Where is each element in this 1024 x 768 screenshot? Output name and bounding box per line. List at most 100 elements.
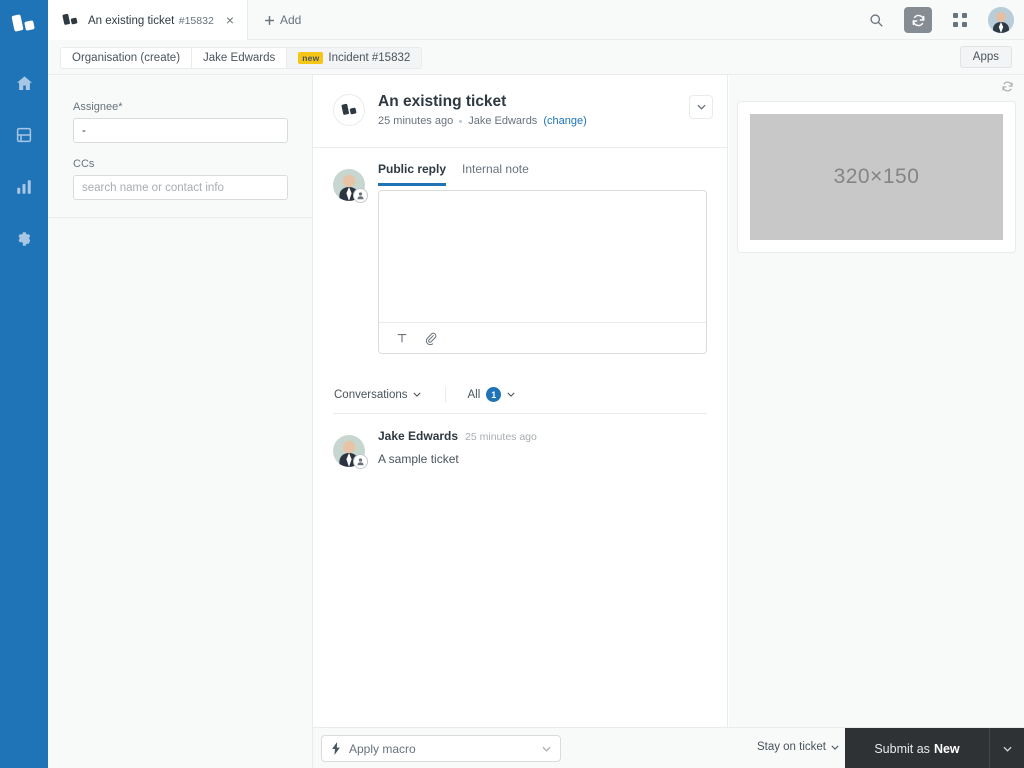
refresh-icon[interactable] [904, 7, 932, 33]
ticket-brand-icon [333, 94, 365, 126]
page-title: An existing ticket [378, 93, 507, 110]
apps-grid-icon[interactable] [946, 7, 974, 33]
editor-box [378, 190, 707, 354]
user-avatar[interactable] [988, 7, 1014, 33]
breadcrumb: Organisation (create) Jake Edwards new I… [60, 47, 423, 69]
ticket-time: 25 minutes ago [378, 115, 454, 127]
comment-count-badge: 1 [486, 387, 502, 402]
status-badge: new [298, 52, 324, 64]
topbar-actions [862, 0, 1014, 40]
ccs-label: CCs [73, 158, 95, 170]
chevron-down-icon [542, 746, 551, 752]
close-icon[interactable]: × [221, 11, 239, 29]
comment-timestamp: 25 minutes ago [465, 431, 537, 443]
list-item: Jake Edwards 25 minutes ago A sample tic… [313, 414, 727, 469]
comment-body: Jake Edwards 25 minutes ago A sample tic… [378, 428, 707, 467]
comment-author: Jake Edwards [378, 429, 459, 443]
breadcrumb-item-incident[interactable]: new Incident #15832 [287, 48, 422, 68]
home-icon[interactable] [4, 66, 44, 100]
ticket-main-panel: An existing ticket 25 minutes ago Jake E… [313, 75, 728, 768]
apps-refresh-row [729, 75, 1024, 97]
apply-macro-label: Apply macro [349, 741, 416, 756]
reply-textarea[interactable] [379, 191, 706, 322]
settings-gear-icon[interactable] [4, 222, 44, 256]
breadcrumb-label: Incident #15832 [328, 52, 411, 64]
composer-main: Public reply Internal note [378, 162, 707, 354]
ticket-tab-text: An existing ticket #15832 [88, 11, 221, 29]
field-spacer [73, 143, 287, 158]
text-format-icon[interactable] [392, 328, 412, 348]
filter-label: All [467, 388, 481, 401]
top-tab-bar: An existing ticket #15832 × Add [48, 0, 1024, 40]
reply-composer: Public reply Internal note [313, 148, 727, 354]
apps-button[interactable]: Apps [959, 46, 1012, 68]
submit-status-label: New [933, 741, 960, 756]
conversations-dropdown[interactable]: Conversations [333, 389, 421, 401]
chevron-down-icon [831, 745, 839, 750]
app-placeholder-image: 320×150 [750, 114, 1003, 240]
app-root: An existing ticket #15832 × Add Organisa… [0, 0, 1024, 768]
chevron-down-icon [1002, 746, 1012, 752]
chevron-down-icon [412, 392, 421, 397]
ticket-footer-bar: Apply macro Stay on ticket Submit as New [313, 727, 1024, 768]
breadcrumb-label: Organisation (create) [72, 52, 181, 64]
zendesk-logo[interactable] [0, 4, 48, 44]
reporting-icon[interactable] [4, 170, 44, 204]
properties-form: Assignee* CCs [48, 75, 312, 200]
reply-tabs: Public reply Internal note [378, 162, 707, 186]
plus-icon [265, 15, 274, 25]
end-user-badge-icon [353, 454, 368, 469]
assignee-field[interactable] [73, 118, 288, 143]
conversations-label: Conversations [334, 388, 408, 401]
conversation-toolbar: Conversations All 1 [333, 376, 707, 414]
chevron-down-icon [696, 104, 706, 110]
ticket-requester: Jake Edwards [468, 115, 538, 127]
end-user-badge-icon [353, 188, 368, 203]
submit-button-group: Submit as New [845, 728, 1024, 768]
separator-dot-icon [459, 119, 463, 123]
submit-button[interactable]: Submit as New [845, 728, 990, 768]
ticket-properties-panel: Assignee* CCs [48, 75, 313, 768]
ticket-header-text: An existing ticket 25 minutes ago Jake E… [378, 92, 689, 127]
breadcrumb-label: Jake Edwards [203, 52, 276, 64]
toolbar-divider [444, 386, 446, 403]
ticket-tab[interactable]: An existing ticket #15832 × [48, 0, 248, 40]
views-icon[interactable] [4, 118, 44, 152]
rail-icon-group [4, 66, 44, 256]
search-icon[interactable] [862, 7, 890, 33]
app-card: 320×150 [737, 101, 1016, 253]
ticket-meta: 25 minutes ago Jake Edwards (change) [378, 115, 689, 127]
stay-on-ticket-label: Stay on ticket [756, 741, 826, 753]
add-tab-button[interactable]: Add [250, 0, 315, 40]
tab-internal-note[interactable]: Internal note [462, 162, 529, 186]
composer-avatar [333, 169, 368, 203]
submit-options-button[interactable] [990, 728, 1024, 768]
apply-macro-select[interactable]: Apply macro [321, 735, 561, 762]
ticket-options-button[interactable] [689, 95, 713, 119]
ticket-tab-icon [60, 10, 80, 30]
editor-toolbar [379, 322, 706, 353]
conversation-filter-dropdown[interactable]: All 1 [468, 387, 516, 402]
left-nav-rail [0, 0, 48, 768]
chevron-down-icon [507, 392, 515, 397]
comment-avatar [333, 435, 368, 469]
apps-panel: 320×150 [729, 75, 1024, 768]
add-tab-label: Add [280, 13, 302, 27]
properties-divider [48, 217, 313, 218]
attachment-paperclip-icon[interactable] [420, 328, 440, 348]
breadcrumb-bar: Organisation (create) Jake Edwards new I… [48, 40, 1024, 75]
apps-refresh-icon[interactable] [1001, 80, 1014, 98]
breadcrumb-item-organisation[interactable]: Organisation (create) [61, 48, 193, 68]
submit-prefix-label: Submit as [874, 741, 930, 756]
comment-text: A sample ticket [378, 452, 459, 466]
tab-public-reply[interactable]: Public reply [378, 162, 447, 186]
ccs-field[interactable] [73, 175, 288, 200]
breadcrumb-item-user[interactable]: Jake Edwards [192, 48, 288, 68]
ticket-header: An existing ticket 25 minutes ago Jake E… [313, 75, 727, 148]
assignee-label: Assignee* [73, 101, 123, 113]
ticket-tab-title: An existing ticket [88, 15, 175, 27]
stay-on-ticket-dropdown[interactable]: Stay on ticket [757, 741, 839, 753]
comment-header: Jake Edwards 25 minutes ago [378, 429, 707, 443]
lightning-bolt-icon [332, 742, 340, 755]
change-requester-link[interactable]: (change) [543, 115, 586, 127]
